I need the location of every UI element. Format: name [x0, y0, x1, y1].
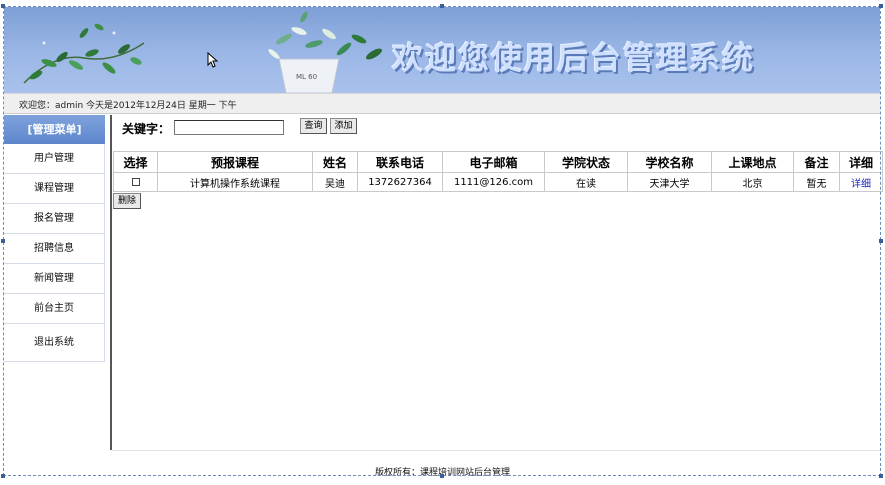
column-header: 详细	[839, 151, 883, 173]
resize-handle[interactable]	[879, 4, 883, 8]
keyword-label: 关键字：	[122, 122, 171, 136]
resize-handle[interactable]	[879, 474, 883, 478]
header-banner: ML 60 欢迎您使用后台管理系统	[4, 7, 880, 93]
resize-handle[interactable]	[1, 239, 5, 243]
sidebar-item-course-management[interactable]: 课程管理	[4, 174, 105, 204]
banner-title: 欢迎您使用后台管理系统	[392, 41, 755, 77]
keyword-input[interactable]	[174, 120, 284, 135]
column-header: 电子邮箱	[442, 151, 545, 173]
email-cell: 1111@126.com	[442, 172, 545, 192]
sidebar-item-registration-management[interactable]: 报名管理	[4, 204, 105, 234]
welcome-bar: 欢迎您：admin 今天是2012年12月24日 星期一 下午	[4, 93, 880, 114]
plant-decoration	[23, 23, 145, 84]
row-checkbox[interactable]	[131, 177, 140, 186]
resize-handle[interactable]	[1, 4, 5, 8]
detail-link[interactable]: 详细	[851, 179, 871, 190]
sidebar-item-news-management[interactable]: 新闻管理	[4, 264, 105, 294]
table-row: 计算机操作系统课程 吴迪 1372627364 1111@126.com 在读 …	[113, 172, 883, 192]
sidebar-item-front-homepage[interactable]: 前台主页	[4, 294, 105, 324]
potted-plant-decoration: ML 60	[268, 11, 382, 93]
add-button[interactable]: 添加	[330, 118, 357, 134]
resize-handle[interactable]	[440, 474, 444, 478]
mouse-cursor-icon	[207, 52, 219, 68]
column-header: 姓名	[312, 151, 358, 173]
name-cell: 吴迪	[312, 172, 358, 192]
resize-handle[interactable]	[1, 474, 5, 478]
footer-divider	[112, 450, 880, 451]
sidebar-divider	[110, 115, 112, 450]
menu-header: [管理菜单]	[4, 115, 105, 144]
school-cell: 天津大学	[627, 172, 712, 192]
resize-handle[interactable]	[440, 4, 444, 8]
column-header: 选择	[113, 151, 158, 173]
registration-table: 选择 预报课程 姓名 联系电话 电子邮箱 学院状态 学校名称 上课地点 备注 详…	[113, 151, 883, 192]
table-header-row: 选择 预报课程 姓名 联系电话 电子邮箱 学院状态 学校名称 上课地点 备注 详…	[113, 151, 883, 173]
note-cell: 暂无	[793, 172, 840, 192]
column-header: 联系电话	[357, 151, 443, 173]
sidebar-item-user-management[interactable]: 用户管理	[4, 144, 105, 174]
status-cell: 在读	[544, 172, 628, 192]
detail-cell: 详细	[839, 172, 883, 192]
column-header: 上课地点	[711, 151, 794, 173]
course-cell: 计算机操作系统课程	[157, 172, 313, 192]
column-header: 备注	[793, 151, 840, 173]
delete-button[interactable]: 删除	[113, 193, 141, 209]
phone-cell: 1372627364	[357, 172, 443, 192]
svg-text:ML 60: ML 60	[296, 73, 317, 81]
sidebar-item-recruitment-info[interactable]: 招聘信息	[4, 234, 105, 264]
column-header: 学校名称	[627, 151, 712, 173]
welcome-text: 欢迎您：admin 今天是2012年12月24日 星期一 下午	[19, 101, 237, 111]
column-header: 预报课程	[157, 151, 313, 173]
sidebar-item-logout[interactable]: 退出系统	[4, 324, 105, 362]
query-button[interactable]: 查询	[300, 118, 327, 134]
select-cell	[113, 172, 158, 192]
resize-handle[interactable]	[879, 239, 883, 243]
location-cell: 北京	[711, 172, 794, 192]
sidebar-menu: [管理菜单] 用户管理 课程管理 报名管理 招聘信息 新闻管理 前台主页 退出系…	[4, 115, 105, 363]
column-header: 学院状态	[544, 151, 628, 173]
